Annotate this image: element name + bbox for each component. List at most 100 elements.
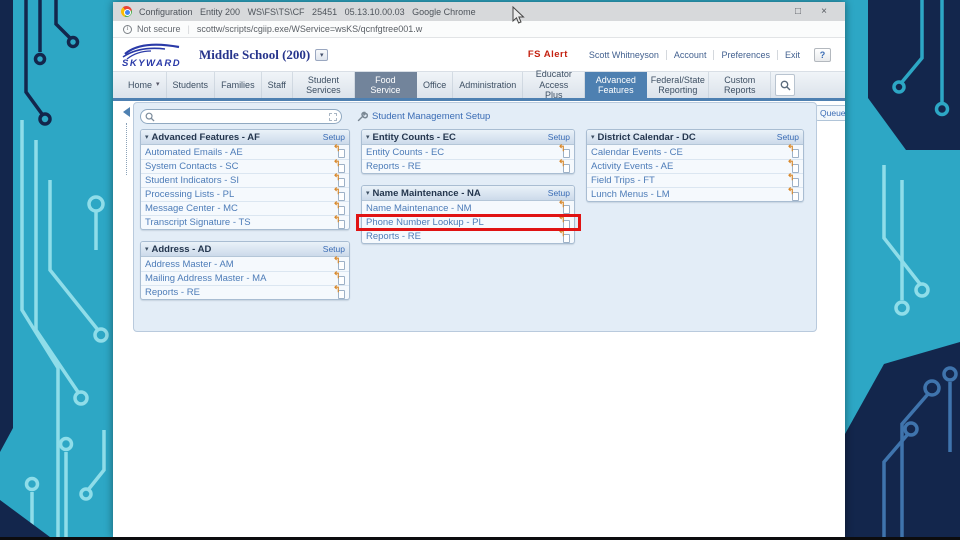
panel-title: Name Maintenance - NA (372, 187, 481, 199)
panel-title: Address - AD (151, 243, 212, 255)
setup-link[interactable]: Setup (548, 188, 570, 198)
setup-link[interactable]: Setup (777, 132, 799, 142)
exit-link[interactable]: Exit (776, 49, 807, 60)
menu-item[interactable]: Entity Counts - EC (362, 145, 574, 159)
menu-item[interactable]: Activity Events - AE (587, 159, 803, 173)
column-3: District Calendar - DC Setup Calendar Ev… (586, 129, 804, 300)
jump-page-icon[interactable] (334, 258, 345, 270)
app-header: SKYWARD Middle School (200) FS Alert Sco… (113, 38, 845, 72)
preferences-link[interactable]: Preferences (713, 49, 777, 60)
header-links: Scott Whitneyson Account Preferences Exi… (582, 49, 807, 60)
tab-students[interactable]: Students (167, 72, 216, 98)
search-options-icon[interactable] (329, 112, 337, 121)
slide-background: Configuration Entity 200 WS\FS\TS\CF 254… (0, 0, 960, 540)
jump-page-icon[interactable] (559, 202, 570, 214)
panel-columns: Advanced Features - AF Setup Automated E… (140, 129, 810, 300)
menu-item[interactable]: Reports - RE (362, 229, 574, 243)
tab-families[interactable]: Families (215, 72, 262, 98)
jump-page-icon[interactable] (559, 146, 570, 158)
info-icon[interactable] (123, 24, 132, 34)
jump-page-icon[interactable] (334, 146, 345, 158)
panel-header[interactable]: Advanced Features - AF Setup (141, 130, 349, 145)
queue-tab-label: Queue (820, 108, 845, 118)
tab-student-services[interactable]: Student Services (293, 72, 355, 98)
collapse-left-icon[interactable] (123, 107, 130, 117)
column-1: Advanced Features - AF Setup Automated E… (140, 129, 350, 300)
panel-collapse-icon[interactable] (366, 133, 370, 141)
jump-page-icon[interactable] (559, 231, 570, 243)
menu-item[interactable]: Message Center - MC (141, 201, 349, 215)
search-input[interactable] (155, 111, 329, 122)
menu-item[interactable]: Address Master - AM (141, 257, 349, 271)
menu-item[interactable]: Name Maintenance - NM (362, 201, 574, 215)
panel-header[interactable]: Name Maintenance - NA Setup (362, 186, 574, 201)
fs-alert-badge[interactable]: FS Alert (528, 49, 568, 60)
user-name-link[interactable]: Scott Whitneyson (582, 50, 666, 60)
menu-item[interactable]: Student Indicators - SI (141, 173, 349, 187)
menu-item[interactable]: Processing Lists - PL (141, 187, 349, 201)
panel-collapse-icon[interactable] (145, 245, 149, 253)
jump-page-icon[interactable] (334, 287, 345, 299)
jump-page-icon[interactable] (334, 217, 345, 229)
panel-header[interactable]: Address - AD Setup (141, 242, 349, 257)
panel-entity-counts: Entity Counts - EC Setup Entity Counts -… (361, 129, 575, 174)
setup-link[interactable]: Setup (548, 132, 570, 142)
entity-dropdown-button[interactable] (315, 48, 329, 61)
panel-header[interactable]: Entity Counts - EC Setup (362, 130, 574, 145)
student-management-setup[interactable]: Student Management Setup (356, 111, 490, 123)
tab-food-service[interactable]: Food Service (354, 72, 417, 98)
panel-district-calendar: District Calendar - DC Setup Calendar Ev… (586, 129, 804, 202)
search-box[interactable] (140, 109, 342, 124)
menu-item[interactable]: Lunch Menus - LM (587, 187, 803, 201)
setup-link[interactable]: Setup (323, 244, 345, 254)
jump-page-icon[interactable] (788, 146, 799, 158)
jump-page-icon[interactable] (788, 189, 799, 201)
menu-item[interactable]: Calendar Events - CE (587, 145, 803, 159)
setup-link[interactable]: Setup (323, 132, 345, 142)
print-queue-tab[interactable]: Queue (815, 105, 845, 121)
menu-item-phone-number-lookup[interactable]: Phone Number Lookup - PL (356, 214, 581, 231)
tab-staff[interactable]: Staff (262, 72, 293, 98)
menu-item[interactable]: Reports - RE (141, 285, 349, 299)
address-separator: | (187, 24, 190, 34)
svg-text:SKYWARD: SKYWARD (122, 58, 181, 68)
help-button[interactable]: ? (814, 47, 831, 62)
browser-titlebar[interactable]: Configuration Entity 200 WS\FS\TS\CF 254… (113, 2, 845, 21)
tab-educator-access-plus[interactable]: Educator Access Plus (523, 69, 586, 100)
setup-link-label[interactable]: Student Management Setup (372, 111, 490, 122)
jump-page-icon[interactable] (559, 161, 570, 173)
url-text[interactable]: scottw/scripts/cgiip.exe/WService=wsKS/q… (197, 24, 422, 34)
tab-administration[interactable]: Administration (453, 72, 524, 98)
menu-item[interactable]: Field Trips - FT (587, 173, 803, 187)
panel-title: District Calendar - DC (597, 131, 696, 143)
tab-office[interactable]: Office (417, 72, 454, 98)
panel-advanced-features: Advanced Features - AF Setup Automated E… (140, 129, 350, 230)
menu-item[interactable]: Automated Emails - AE (141, 145, 349, 159)
account-link[interactable]: Account (665, 49, 714, 60)
menu-item[interactable]: Transcript Signature - TS (141, 215, 349, 229)
menu-item[interactable]: Reports - RE (362, 159, 574, 173)
panel-collapse-icon[interactable] (366, 189, 370, 197)
close-button[interactable]: × (811, 6, 837, 17)
entity-selector-label: Middle School (200) (199, 46, 311, 62)
panel-address: Address - AD Setup Address Master - AM M… (140, 241, 350, 300)
mouse-cursor (512, 6, 525, 24)
tab-home[interactable]: Home (122, 72, 167, 98)
menu-item[interactable]: Mailing Address Master - MA (141, 271, 349, 285)
menu-item[interactable]: System Contacts - SC (141, 159, 349, 173)
panel-collapse-icon[interactable] (145, 133, 149, 141)
tab-federal-state-reporting[interactable]: Federal/State Reporting (647, 72, 710, 98)
chrome-icon (121, 6, 132, 17)
panel-title: Entity Counts - EC (372, 131, 456, 143)
panel-header[interactable]: District Calendar - DC Setup (587, 130, 803, 145)
nav-search-button[interactable] (775, 74, 796, 96)
search-icon (780, 80, 791, 90)
tab-custom-reports[interactable]: Custom Reports (709, 72, 772, 98)
main-nav-tabs: Home Students Families Staff Student Ser… (113, 69, 845, 101)
tab-advanced-features[interactable]: Advanced Features (585, 72, 648, 98)
sidebar-collapse-strip[interactable] (121, 105, 132, 175)
panel-collapse-icon[interactable] (591, 133, 595, 141)
address-bar[interactable]: Not secure | scottw/scripts/cgiip.exe/WS… (113, 21, 845, 38)
skyward-logo: SKYWARD (122, 43, 181, 68)
maximize-button[interactable]: □ (785, 6, 811, 17)
